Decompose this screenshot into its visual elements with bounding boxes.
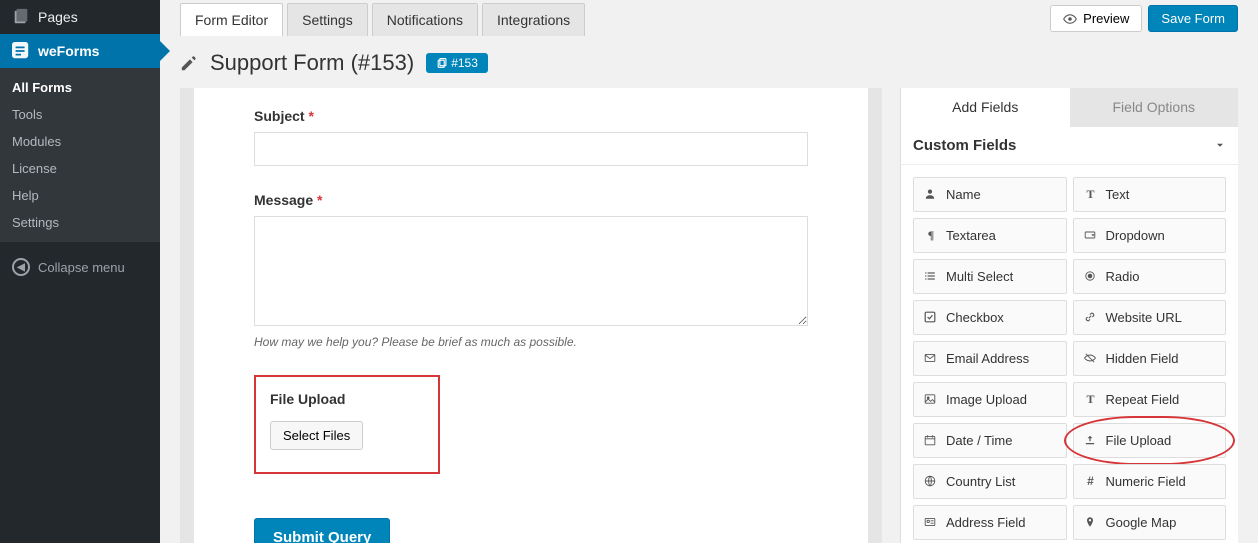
list-icon [924,270,938,282]
collapse-icon: ◀ [12,258,30,276]
globe-icon [924,475,938,487]
field-type-label: Numeric Field [1106,474,1186,489]
eye-icon [1063,12,1077,26]
field-type-label: Dropdown [1106,228,1165,243]
field-type-image-upload[interactable]: Image Upload [913,382,1067,417]
field-type-label: Date / Time [946,433,1012,448]
submit-button[interactable]: Submit Query [254,518,390,543]
field-type-radio[interactable]: Radio [1073,259,1227,294]
tab-form-editor[interactable]: Form Editor [180,3,283,36]
radio-icon [1084,270,1098,282]
field-type-label: Hidden Field [1106,351,1179,366]
card-icon [924,516,938,528]
tab-integrations[interactable]: Integrations [482,3,585,36]
field-type-google-map[interactable]: Google Map [1073,505,1227,540]
sidebar-sub-modules[interactable]: Modules [0,128,160,155]
edit-title-icon[interactable] [180,54,198,72]
field-type-label: Google Map [1106,515,1177,530]
user-icon [924,188,938,200]
field-type-dropdown[interactable]: Dropdown [1073,218,1227,253]
chevron-down-icon [1214,139,1226,151]
field-type-text[interactable]: T Text [1073,177,1227,212]
field-type-address-field[interactable]: Address Field [913,505,1067,540]
field-type-label: Email Address [946,351,1029,366]
field-label: Message * [254,192,808,208]
preview-button[interactable]: Preview [1050,5,1142,32]
check-icon [924,311,938,323]
field-subject[interactable]: Subject * [254,108,808,166]
save-form-button[interactable]: Save Form [1148,5,1238,32]
sidebar-item-label: Pages [38,9,78,25]
field-type-website-url[interactable]: Website URL [1073,300,1227,335]
sidebar-item-weforms[interactable]: weForms [0,34,160,68]
sidebar-sub-help[interactable]: Help [0,182,160,209]
field-type-label: Image Upload [946,392,1027,407]
select-files-button[interactable]: Select Files [270,421,363,450]
collapse-label: Collapse menu [38,260,125,275]
field-type-label: Textarea [946,228,996,243]
field-type-label: Country List [946,474,1015,489]
field-label: Subject * [254,108,808,124]
mail-icon [924,352,938,364]
field-type-hidden-field[interactable]: Hidden Field [1073,341,1227,376]
panel-tab-add-fields[interactable]: Add Fields [901,88,1070,127]
fields-panel: Add Fields Field Options Custom Fields N… [900,88,1238,543]
field-type-label: Address Field [946,515,1025,530]
hash-icon: # [1084,474,1098,488]
field-type-label: Text [1106,187,1130,202]
eye-icon [1084,352,1098,364]
form-canvas: Subject * Message * How may we help you?… [180,88,882,543]
field-type-name[interactable]: Name [913,177,1067,212]
field-type-label: Checkbox [946,310,1004,325]
admin-sidebar: Pages weForms All Forms Tools Modules Li… [0,0,160,543]
cal-icon [924,434,938,446]
copy-icon [436,58,447,69]
field-type-multi-select[interactable]: Multi Select [913,259,1067,294]
message-textarea[interactable] [254,216,808,326]
field-type-label: Radio [1106,269,1140,284]
field-message[interactable]: Message * How may we help you? Please be… [254,192,808,349]
shortcode-badge[interactable]: #153 [426,53,488,73]
sidebar-sub-all-forms[interactable]: All Forms [0,74,160,101]
field-type-repeat-field[interactable]: T Repeat Field [1073,382,1227,417]
field-type-label: Website URL [1106,310,1182,325]
form-tabs: Form Editor Settings Notifications Integ… [180,3,585,36]
field-hint: How may we help you? Please be brief as … [254,335,808,349]
sidebar-sub-settings[interactable]: Settings [0,209,160,236]
field-type-textarea[interactable]: ¶ Textarea [913,218,1067,253]
tab-settings[interactable]: Settings [287,3,368,36]
field-type-label: Repeat Field [1106,392,1180,407]
page-title: Support Form (#153) [210,50,414,76]
tab-notifications[interactable]: Notifications [372,3,478,36]
field-type-label: Name [946,187,981,202]
upload-icon [1084,434,1098,446]
sidebar-item-label: weForms [38,43,99,59]
field-type-label: Multi Select [946,269,1013,284]
text-icon: T [1084,187,1098,202]
field-type-date-time[interactable]: Date / Time [913,423,1067,458]
field-type-country-list[interactable]: Country List [913,464,1067,499]
custom-fields-toggle[interactable]: Custom Fields [913,137,1226,154]
sidebar-sub-license[interactable]: License [0,155,160,182]
field-type-numeric-field[interactable]: # Numeric Field [1073,464,1227,499]
sidebar-sub-tools[interactable]: Tools [0,101,160,128]
panel-tab-field-options[interactable]: Field Options [1070,88,1239,127]
field-type-file-upload[interactable]: File Upload [1073,423,1227,458]
para-icon: ¶ [924,228,938,243]
field-type-checkbox[interactable]: Checkbox [913,300,1067,335]
drop-icon [1084,229,1098,241]
pages-icon [12,8,30,26]
field-type-email-address[interactable]: Email Address [913,341,1067,376]
pin-icon [1084,516,1098,528]
collapse-menu[interactable]: ◀ Collapse menu [0,250,160,284]
field-type-label: File Upload [1106,433,1172,448]
subject-input[interactable] [254,132,808,166]
link-icon [1084,311,1098,323]
repeat-icon: T [1084,392,1098,407]
field-file-upload[interactable]: File Upload Select Files [254,375,440,474]
sidebar-item-pages[interactable]: Pages [0,0,160,34]
weforms-icon [12,42,30,60]
image-icon [924,393,938,405]
field-label: File Upload [270,391,424,407]
